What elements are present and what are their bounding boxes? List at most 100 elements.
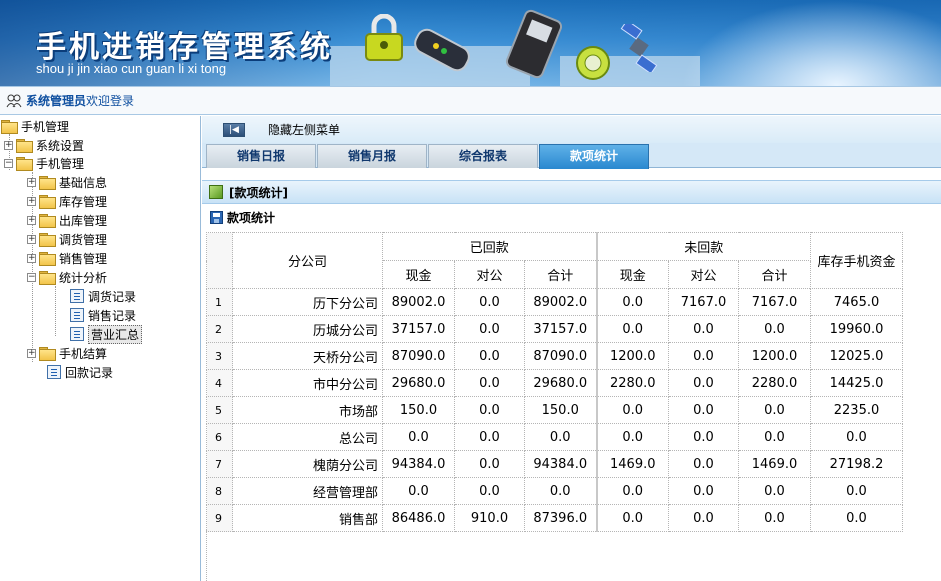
panel-title: [款项统计] xyxy=(229,185,288,200)
row-number: 9 xyxy=(206,504,233,532)
folder-icon xyxy=(39,347,56,361)
column-header-unreceived-total: 合计 xyxy=(738,260,811,289)
expand-icon[interactable]: + xyxy=(4,140,13,150)
cell-branch: 历城分公司 xyxy=(232,315,383,343)
collapse-icon[interactable]: − xyxy=(4,158,13,168)
collapse-arrow-icon[interactable]: |◀ xyxy=(223,122,245,137)
cell-stock-funds: 0.0 xyxy=(810,423,903,451)
tab-comprehensive-report[interactable]: 综合报表 xyxy=(428,144,538,168)
folder-icon xyxy=(39,233,56,247)
cell-received-total: 0.0 xyxy=(524,423,597,451)
tab-payment-stats[interactable]: 款项统计 xyxy=(539,144,649,169)
padlock-icon xyxy=(365,14,403,61)
table-row[interactable]: 6 总公司 0.0 0.0 0.0 0.0 0.0 0.0 0.0 xyxy=(206,423,903,451)
tree-item-system-settings[interactable]: + 系统设置 xyxy=(4,136,84,154)
expand-icon[interactable]: + xyxy=(27,196,36,206)
tree-item-transfer-records[interactable]: 调货记录 xyxy=(70,287,136,305)
document-icon xyxy=(70,327,84,341)
cell-unreceived-corporate: 0.0 xyxy=(668,477,739,505)
cell-received-cash: 150.0 xyxy=(382,396,455,424)
cell-stock-funds: 7465.0 xyxy=(810,288,903,316)
table-row[interactable]: 8 经营管理部 0.0 0.0 0.0 0.0 0.0 0.0 0.0 xyxy=(206,477,903,505)
cell-unreceived-total: 1200.0 xyxy=(738,342,811,370)
tree-root[interactable]: 手机管理 xyxy=(1,117,69,135)
cell-unreceived-total: 0.0 xyxy=(738,477,811,505)
tab-daily-sales[interactable]: 销售日报 xyxy=(206,144,316,168)
cell-unreceived-cash: 0.0 xyxy=(595,288,669,316)
tree-item-sales-records[interactable]: 销售记录 xyxy=(70,306,136,324)
column-header-branch: 分公司 xyxy=(232,232,383,289)
table-row[interactable]: 2 历城分公司 37157.0 0.0 37157.0 0.0 0.0 0.0 19960.0 xyxy=(206,315,903,343)
table-row[interactable]: 5 市场部 150.0 0.0 150.0 0.0 0.0 0.0 2235.0 xyxy=(206,396,903,424)
row-number: 7 xyxy=(206,450,233,478)
document-icon xyxy=(47,365,61,379)
row-number: 8 xyxy=(206,477,233,505)
cell-unreceived-corporate: 0.0 xyxy=(668,369,739,397)
cell-received-corporate: 0.0 xyxy=(454,369,525,397)
table-row[interactable]: 3 天桥分公司 87090.0 0.0 87090.0 1200.0 0.0 1200.0 12… xyxy=(206,342,903,370)
section-title: 款项统计 xyxy=(227,210,276,225)
cell-received-corporate: 0.0 xyxy=(454,423,525,451)
panel-header: [款项统计] xyxy=(202,180,941,204)
cell-stock-funds: 12025.0 xyxy=(810,342,903,370)
table-row[interactable]: 1 历下分公司 89002.0 0.0 89002.0 0.0 7167.0 7167.0 74… xyxy=(206,288,903,316)
cell-unreceived-cash: 1200.0 xyxy=(595,342,669,370)
cell-received-cash: 37157.0 xyxy=(382,315,455,343)
cell-received-corporate: 0.0 xyxy=(454,477,525,505)
row-number: 2 xyxy=(206,315,233,343)
row-number-header xyxy=(206,232,233,289)
cell-received-cash: 94384.0 xyxy=(382,450,455,478)
tree-item-phone-settlement[interactable]: + 手机结算 xyxy=(27,344,107,362)
cell-branch: 市中分公司 xyxy=(232,369,383,397)
cell-received-cash: 87090.0 xyxy=(382,342,455,370)
row-number: 1 xyxy=(206,288,233,316)
cell-unreceived-total: 0.0 xyxy=(738,504,811,532)
tree-item-stats[interactable]: − 统计分析 xyxy=(27,268,107,286)
table-row[interactable]: 7 槐荫分公司 94384.0 0.0 94384.0 1469.0 0.0 1469.0 27… xyxy=(206,450,903,478)
cell-received-corporate: 0.0 xyxy=(454,396,525,424)
folder-open-icon xyxy=(1,120,18,134)
cell-unreceived-total: 0.0 xyxy=(738,315,811,343)
folder-icon xyxy=(39,195,56,209)
tree-item-phone-mgmt[interactable]: − 手机管理 xyxy=(4,154,84,172)
tree-item-outbound[interactable]: + 出库管理 xyxy=(27,211,107,229)
cell-received-corporate: 0.0 xyxy=(454,288,525,316)
table-bottom-border xyxy=(206,530,207,581)
document-icon xyxy=(70,289,84,303)
collapse-icon[interactable]: − xyxy=(27,272,36,282)
gps-device-icon xyxy=(576,46,610,80)
sidebar-tree: 手机管理 + 系统设置 − 手机管理 + 基础信息 + 库存管理 + 出库管理 xyxy=(0,116,201,581)
tree-item-business-summary[interactable]: 营业汇总 xyxy=(70,324,143,344)
tree-item-transfer[interactable]: + 调货管理 xyxy=(27,230,107,248)
row-number: 5 xyxy=(206,396,233,424)
expand-icon[interactable]: + xyxy=(27,253,36,263)
cell-unreceived-cash: 0.0 xyxy=(595,423,669,451)
tab-monthly-sales[interactable]: 销售月报 xyxy=(317,144,427,168)
column-header-unreceived: 未回款 xyxy=(595,232,811,261)
cell-unreceived-corporate: 0.0 xyxy=(668,342,739,370)
expand-icon[interactable]: + xyxy=(27,177,36,187)
cell-received-cash: 86486.0 xyxy=(382,504,455,532)
expand-icon[interactable]: + xyxy=(27,234,36,244)
cell-unreceived-cash: 0.0 xyxy=(595,315,669,343)
folder-icon xyxy=(39,176,56,190)
cell-received-cash: 29680.0 xyxy=(382,369,455,397)
column-header-received-corporate: 对公 xyxy=(454,260,525,289)
user-bar: 系统管理员 欢迎登录 xyxy=(0,86,941,115)
tree-item-sales[interactable]: + 销售管理 xyxy=(27,249,107,267)
tree-item-inventory[interactable]: + 库存管理 xyxy=(27,192,107,210)
tree-item-basic-info[interactable]: + 基础信息 xyxy=(27,173,107,191)
cell-stock-funds: 0.0 xyxy=(810,504,903,532)
cell-unreceived-total: 0.0 xyxy=(738,423,811,451)
tree-item-payment-records[interactable]: 回款记录 xyxy=(47,363,113,381)
expand-icon[interactable]: + xyxy=(27,348,36,358)
column-header-received-total: 合计 xyxy=(524,260,597,289)
app-title: 手机进销存管理系统 xyxy=(36,30,333,65)
cell-unreceived-corporate: 0.0 xyxy=(668,423,739,451)
table-row[interactable]: 9 销售部 86486.0 910.0 87396.0 0.0 0.0 0.0 0.0 xyxy=(206,504,903,532)
cell-stock-funds: 14425.0 xyxy=(810,369,903,397)
expand-icon[interactable]: + xyxy=(27,215,36,225)
hide-menu-label[interactable]: 隐藏左侧菜单 xyxy=(268,121,340,138)
cell-stock-funds: 2235.0 xyxy=(810,396,903,424)
table-row[interactable]: 4 市中分公司 29680.0 0.0 29680.0 2280.0 0.0 2280.0 14… xyxy=(206,369,903,397)
